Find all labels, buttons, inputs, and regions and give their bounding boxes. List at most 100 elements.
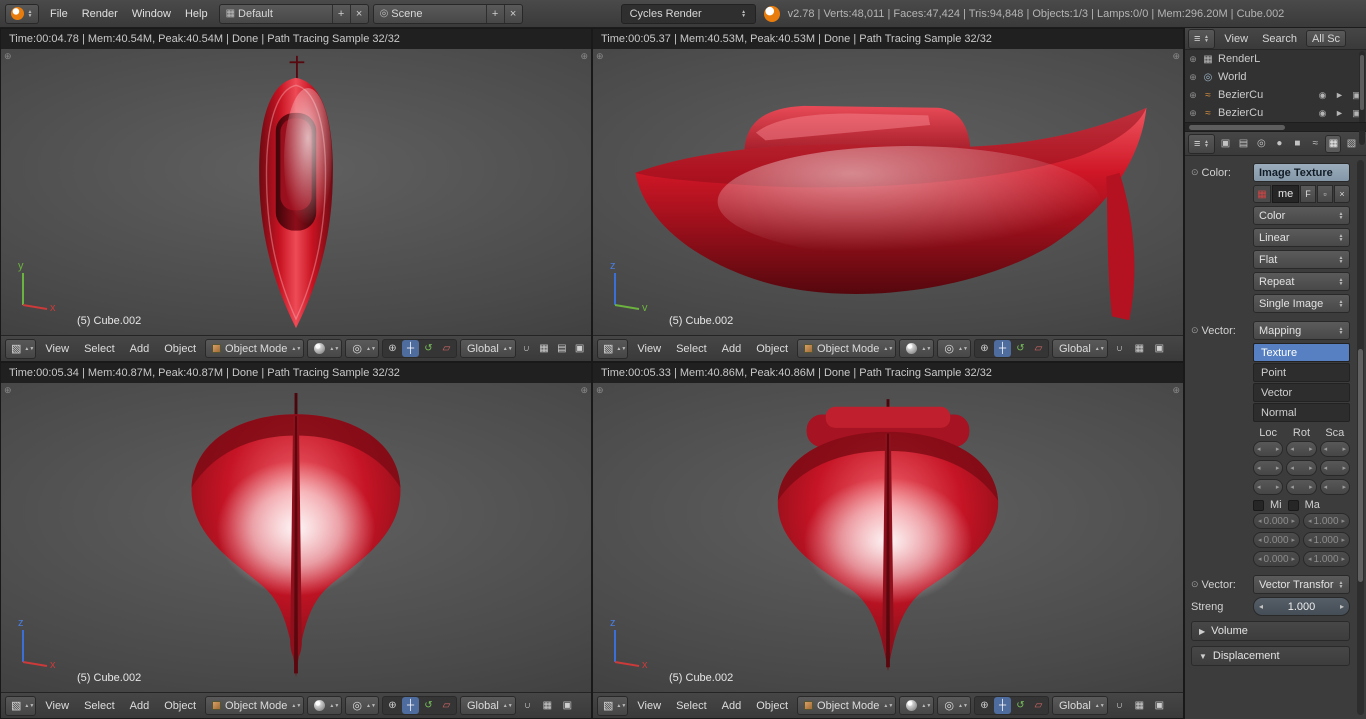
expander-icon[interactable]: ⊕ bbox=[1188, 72, 1198, 83]
new-image-button[interactable]: ▫ bbox=[1317, 185, 1333, 203]
add-scene-button[interactable]: + bbox=[485, 4, 504, 23]
outliner-menu-search[interactable]: Search bbox=[1257, 31, 1302, 47]
menu-file[interactable]: File bbox=[43, 5, 75, 23]
color-space-selector[interactable]: Color ▲▼ bbox=[1253, 206, 1350, 225]
fake-user-button[interactable]: F bbox=[1300, 185, 1316, 203]
editor-type-button[interactable]: ▧ ▲▼ bbox=[597, 695, 629, 716]
tab-render-layers[interactable]: ▤ bbox=[1235, 135, 1251, 153]
orientation-selector[interactable]: Global ▲▼ bbox=[1052, 339, 1108, 358]
snap-element-icon[interactable]: ▦ bbox=[1131, 697, 1148, 714]
menu-select[interactable]: Select bbox=[78, 341, 121, 357]
visibility-eye-icon[interactable]: ◉ bbox=[1316, 108, 1329, 119]
menu-view[interactable]: View bbox=[39, 341, 75, 357]
image-name-field[interactable]: me bbox=[1272, 185, 1299, 203]
translate-manipulator-icon[interactable]: ┼ bbox=[994, 697, 1011, 714]
area-corner-widget[interactable]: ⊕ bbox=[596, 385, 604, 396]
extension-selector[interactable]: Repeat ▲▼ bbox=[1253, 272, 1350, 291]
scene-browse[interactable]: ◎ Scene bbox=[374, 5, 486, 23]
menu-add[interactable]: Add bbox=[716, 341, 748, 357]
outliner-item-world[interactable]: ⊕ ◎ World bbox=[1185, 68, 1366, 86]
menu-select[interactable]: Select bbox=[670, 698, 713, 714]
mapping-type-point[interactable]: Point bbox=[1253, 363, 1350, 382]
sca-y-stepper[interactable]: ◂ ▸ bbox=[1319, 460, 1350, 476]
mode-selector[interactable]: Object Mode ▲▼ bbox=[797, 339, 897, 358]
screen-layout-browse[interactable]: ▦ Default bbox=[220, 5, 332, 23]
render-camera-icon[interactable]: ▣ bbox=[559, 697, 576, 714]
editor-type-button[interactable]: ▧ ▲▼ bbox=[597, 338, 629, 359]
scale-manipulator-icon[interactable]: ▱ bbox=[1030, 340, 1047, 357]
rot-y-stepper[interactable]: ◂ ▸ bbox=[1286, 460, 1317, 476]
editor-type-button[interactable]: ▧ ▲▼ bbox=[5, 695, 37, 716]
snap-element-icon[interactable]: ▦ bbox=[1131, 340, 1148, 357]
snap-magnet-icon[interactable]: ∩ bbox=[1111, 340, 1128, 357]
shading-selector[interactable]: ▲▼ bbox=[899, 696, 935, 715]
area-corner-widget[interactable]: ⊕ bbox=[4, 385, 12, 396]
projection-selector[interactable]: Flat ▲▼ bbox=[1253, 250, 1350, 269]
tab-data[interactable]: ≈ bbox=[1307, 135, 1323, 153]
loc-y-stepper[interactable]: ◂ ▸ bbox=[1253, 460, 1284, 476]
image-source-selector[interactable]: Single Image ▲▼ bbox=[1253, 294, 1350, 313]
max-x-field[interactable]: ◂ 1.000 ▸ bbox=[1303, 513, 1350, 529]
snap-magnet-icon[interactable]: ∩ bbox=[1111, 697, 1128, 714]
menu-object[interactable]: Object bbox=[750, 698, 794, 714]
menu-render[interactable]: Render bbox=[75, 5, 125, 23]
manipulator-toggle-icon[interactable]: ⊕ bbox=[976, 697, 993, 714]
editor-type-button[interactable]: ≡ ▲▼ bbox=[1188, 28, 1216, 49]
tab-object[interactable]: ■ bbox=[1289, 135, 1305, 153]
translate-manipulator-icon[interactable]: ┼ bbox=[402, 340, 419, 357]
expander-icon[interactable]: ⊕ bbox=[1188, 90, 1198, 101]
outliner-item-beziercurve-2[interactable]: ⊕ ≈ BezierCu ◉ ► ▣ bbox=[1185, 104, 1366, 122]
tab-render[interactable]: ▣ bbox=[1217, 135, 1233, 153]
pivot-selector[interactable]: ◎ ▲▼ bbox=[937, 339, 971, 358]
menu-object[interactable]: Object bbox=[158, 698, 202, 714]
menu-view[interactable]: View bbox=[631, 698, 667, 714]
manipulator-toggle-icon[interactable]: ⊕ bbox=[384, 340, 401, 357]
outliner-horizontal-scrollbar[interactable] bbox=[1185, 122, 1366, 131]
sca-z-stepper[interactable]: ◂ ▸ bbox=[1319, 479, 1350, 495]
render-area[interactable]: ⊕ ⊕ bbox=[1, 383, 591, 692]
tab-texture[interactable]: ▦ bbox=[1325, 134, 1342, 153]
vector-node-selector[interactable]: Mapping ▲▼ bbox=[1253, 321, 1350, 340]
menu-window[interactable]: Window bbox=[125, 5, 178, 23]
snap-magnet-icon[interactable]: ∩ bbox=[519, 340, 534, 357]
translate-manipulator-icon[interactable]: ┼ bbox=[994, 340, 1011, 357]
loc-x-stepper[interactable]: ◂ ▸ bbox=[1253, 441, 1284, 457]
volume-panel-header[interactable]: ▶ Volume bbox=[1191, 621, 1350, 641]
displacement-panel-header[interactable]: ▼ Displacement bbox=[1191, 646, 1350, 666]
pivot-selector[interactable]: ◎ ▲▼ bbox=[937, 696, 971, 715]
area-corner-widget[interactable]: ⊕ bbox=[1172, 385, 1180, 396]
mode-selector[interactable]: Object Mode ▲▼ bbox=[205, 339, 305, 358]
area-corner-widget[interactable]: ⊕ bbox=[580, 385, 588, 396]
scale-manipulator-icon[interactable]: ▱ bbox=[438, 340, 455, 357]
render-camera-icon[interactable]: ▣ bbox=[572, 340, 587, 357]
render-camera-icon[interactable]: ▣ bbox=[1151, 340, 1168, 357]
max-checkbox[interactable] bbox=[1287, 499, 1299, 511]
outliner-item-beziercurve-1[interactable]: ⊕ ≈ BezierCu ◉ ► ▣ bbox=[1185, 86, 1366, 104]
menu-view[interactable]: View bbox=[39, 698, 75, 714]
unlink-image-button[interactable]: × bbox=[1334, 185, 1350, 203]
max-z-field[interactable]: ◂ 1.000 ▸ bbox=[1303, 551, 1350, 567]
editor-type-button[interactable]: ≡ ▲▼ bbox=[1188, 133, 1216, 154]
orientation-selector[interactable]: Global ▲▼ bbox=[460, 696, 516, 715]
mapping-type-texture[interactable]: Texture bbox=[1253, 343, 1350, 362]
color-node-selector[interactable]: Image Texture bbox=[1253, 163, 1350, 182]
pivot-selector[interactable]: ◎ ▲▼ bbox=[345, 696, 379, 715]
menu-view[interactable]: View bbox=[631, 341, 667, 357]
tab-world[interactable]: ● bbox=[1271, 135, 1287, 153]
snap-element-icon[interactable]: ▦ bbox=[537, 340, 552, 357]
delete-scene-button[interactable]: × bbox=[503, 4, 522, 23]
expander-icon[interactable]: ⊕ bbox=[1188, 108, 1198, 119]
strength-slider[interactable]: ◂ 1.000 ▸ bbox=[1253, 597, 1350, 616]
increment-arrow-icon[interactable]: ▸ bbox=[1340, 602, 1344, 611]
manipulator-toggle-icon[interactable]: ⊕ bbox=[384, 697, 401, 714]
translate-manipulator-icon[interactable]: ┼ bbox=[402, 697, 419, 714]
mapping-type-vector[interactable]: Vector bbox=[1253, 383, 1350, 402]
mode-selector[interactable]: Object Mode ▲▼ bbox=[205, 696, 305, 715]
outliner-filter-selector[interactable]: All Sc bbox=[1305, 30, 1347, 47]
render-engine-selector[interactable]: Cycles Render ▲▼ bbox=[620, 3, 756, 24]
menu-object[interactable]: Object bbox=[158, 341, 202, 357]
menu-add[interactable]: Add bbox=[124, 698, 156, 714]
outliner-menu-view[interactable]: View bbox=[1219, 31, 1253, 47]
tab-scene[interactable]: ◎ bbox=[1253, 135, 1269, 153]
mapping-type-normal[interactable]: Normal bbox=[1253, 403, 1350, 422]
